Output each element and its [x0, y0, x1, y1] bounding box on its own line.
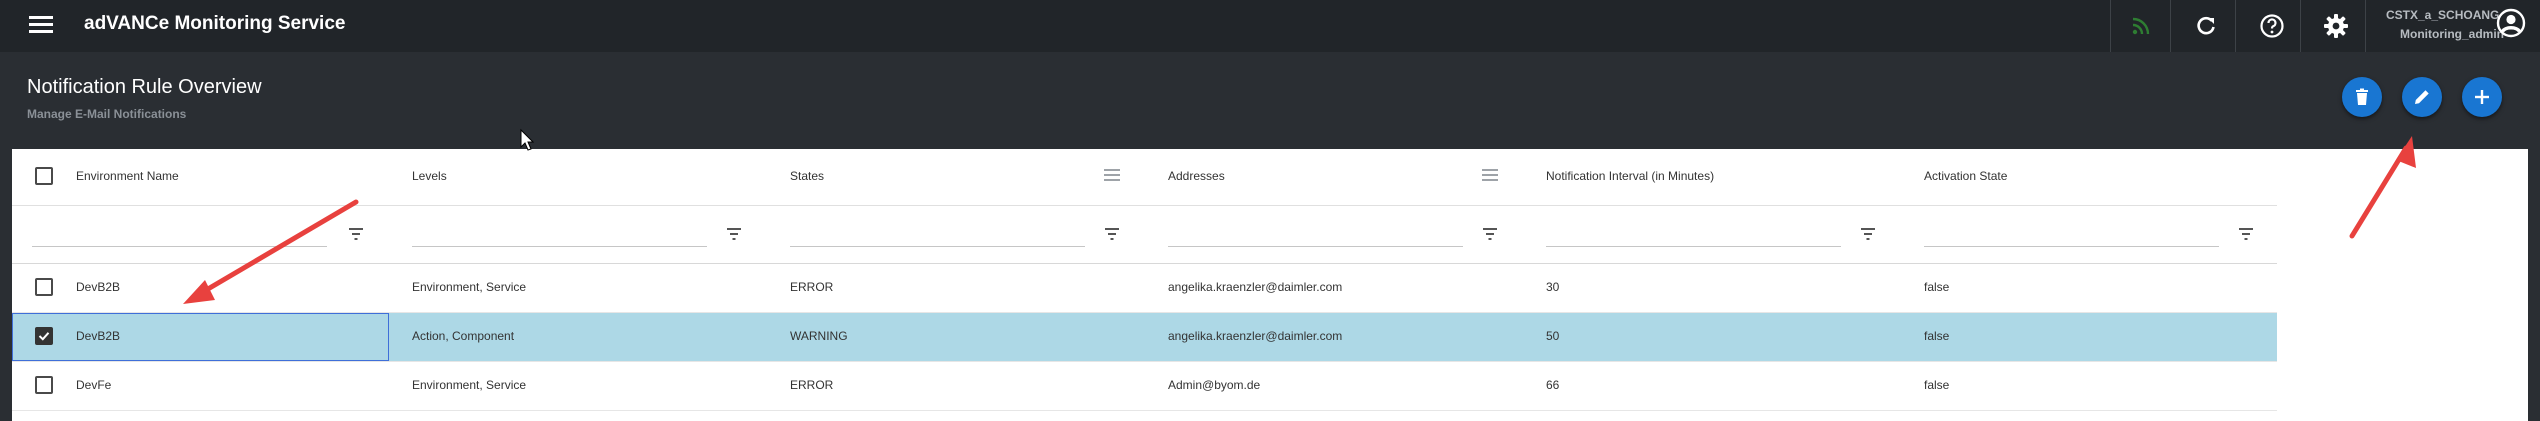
- annotation-arrow-edit: [2349, 136, 2416, 239]
- mouse-cursor-icon: [520, 128, 535, 151]
- annotation-arrow-row: [183, 199, 359, 304]
- annotation-overlay: [183, 128, 2416, 304]
